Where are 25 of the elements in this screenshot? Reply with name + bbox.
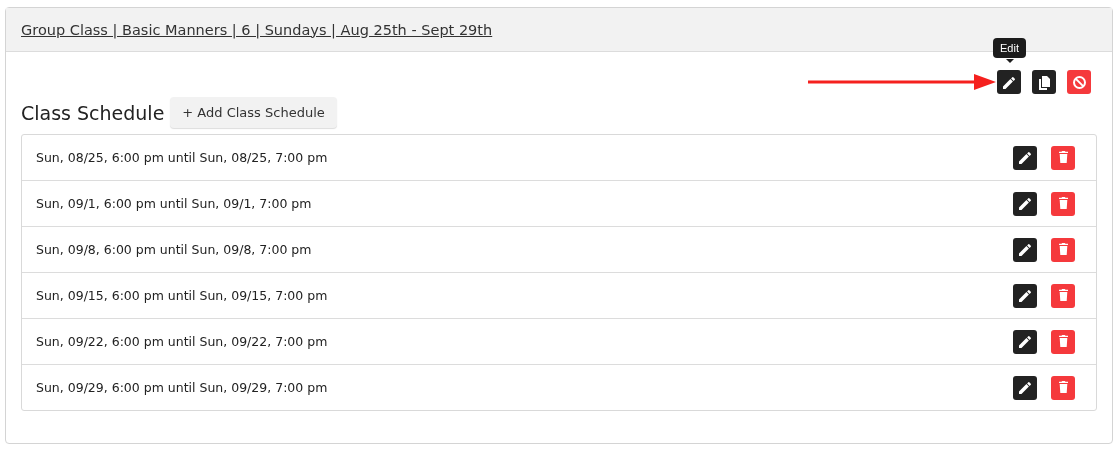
edit-button[interactable] xyxy=(1013,283,1037,308)
delete-button[interactable] xyxy=(1051,375,1075,400)
copy-button[interactable] xyxy=(1032,70,1056,94)
edit-button[interactable] xyxy=(1013,237,1037,262)
edit-button[interactable] xyxy=(1013,191,1037,216)
card-title[interactable]: Group Class | Basic Manners | 6 | Sundays | Aug 25th - Sept 29th xyxy=(21,21,493,38)
edit-button[interactable] xyxy=(1013,329,1037,354)
delete-button[interactable] xyxy=(1051,237,1075,262)
add-schedule-button[interactable]: + Add Class Schedule xyxy=(170,97,337,128)
schedule-entry: Sun, 09/1, 6:00 pm until Sun, 09/1, 7:00 pm xyxy=(36,196,313,211)
delete-button[interactable] xyxy=(1051,329,1075,354)
schedule-entry: Sun, 09/29, 6:00 pm until Sun, 09/29, 7:00 pm xyxy=(36,380,329,395)
schedule-entry: Sun, 09/15, 6:00 pm until Sun, 09/15, 7:00 pm xyxy=(36,288,329,303)
tooltip-pointer xyxy=(1005,59,1014,63)
schedule-entry: Sun, 08/25, 6:00 pm until Sun, 08/25, 7:00 pm xyxy=(36,150,329,165)
edit-button[interactable] xyxy=(997,70,1021,94)
delete-button[interactable] xyxy=(1051,283,1075,308)
section-heading: Class Schedule xyxy=(21,101,165,124)
delete-button[interactable] xyxy=(1051,145,1075,170)
delete-button[interactable] xyxy=(1051,191,1075,216)
edit-button[interactable] xyxy=(1013,145,1037,170)
edit-button[interactable] xyxy=(1013,375,1037,400)
schedule-entry: Sun, 09/22, 6:00 pm until Sun, 09/22, 7:00 pm xyxy=(36,334,329,349)
cancel-button[interactable] xyxy=(1067,70,1091,94)
schedule-entry: Sun, 09/8, 6:00 pm until Sun, 09/8, 7:00 pm xyxy=(36,242,313,257)
